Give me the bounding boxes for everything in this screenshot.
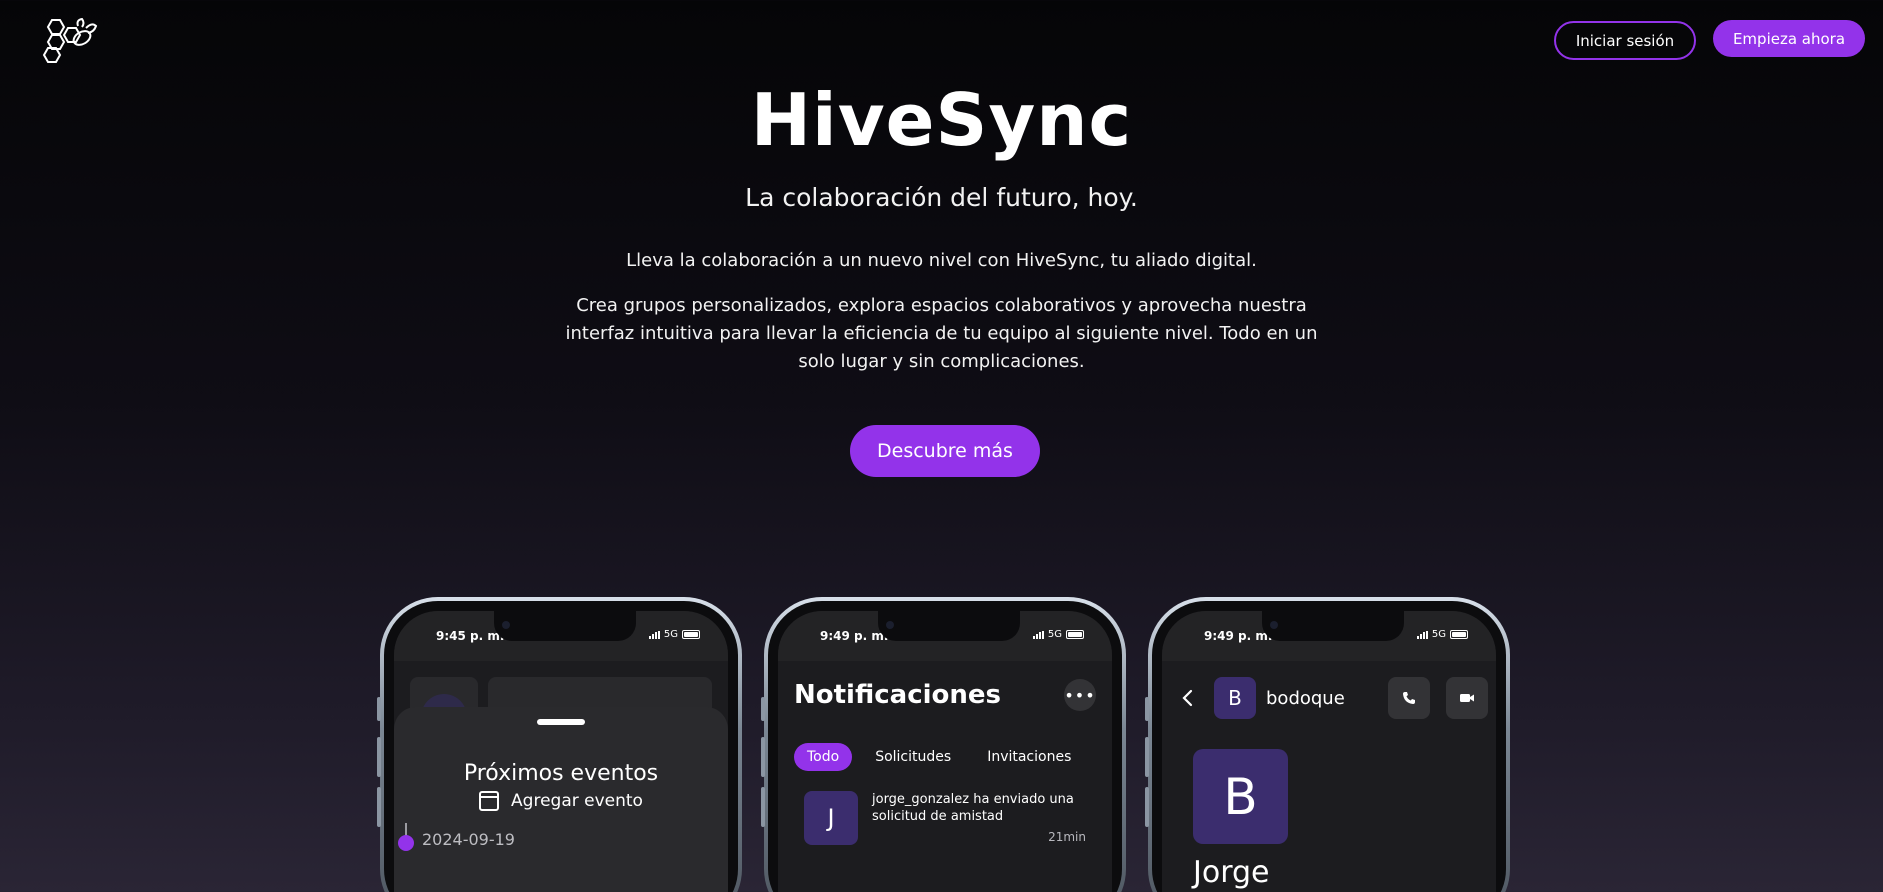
login-button[interactable]: Iniciar sesión — [1554, 21, 1696, 60]
phone-icon — [1403, 692, 1415, 704]
more-horizontal-icon[interactable]: ••• — [1064, 679, 1096, 711]
battery-icon — [1450, 630, 1468, 639]
hero-tagline: La colaboración del futuro, hoy. — [745, 183, 1138, 212]
phone-notch — [494, 611, 636, 641]
hero-lead: Lleva la colaboración a un nuevo nivel c… — [626, 250, 1257, 271]
status-icons: 5G — [1416, 629, 1468, 640]
events-title: Próximos eventos — [463, 761, 659, 786]
tab-invitaciones[interactable]: Invitaciones — [974, 743, 1084, 771]
profile-avatar: B — [1193, 749, 1288, 844]
status-icons: 5G — [648, 629, 700, 640]
hero-description: Crea grupos personalizados, explora espa… — [565, 295, 1318, 372]
status-bar: 9:49 p. m. 5G — [1162, 611, 1496, 661]
avatar[interactable]: B — [1214, 677, 1256, 719]
add-event-label: Agregar evento — [511, 791, 643, 811]
tab-solicitudes[interactable]: Solicitudes — [862, 743, 964, 771]
video-icon — [1460, 694, 1474, 702]
timeline-dot — [398, 835, 414, 851]
phone-notch — [878, 611, 1020, 641]
signal-icon — [648, 630, 660, 639]
chat-contact-name: bodoque — [1266, 687, 1345, 709]
event-date: 2024-09-19 — [422, 830, 515, 849]
status-bar: 9:49 p. m. 5G — [778, 611, 1112, 661]
notification-text: jorge_gonzalez ha enviado una solicitud … — [872, 792, 1074, 824]
phone-mockup-chat: 9:49 p. m. 5G B bodoque B Jorge — [1145, 597, 1510, 892]
phone-call-button[interactable] — [1388, 677, 1430, 719]
phone-mockup-events: 9:45 p. m. 5G p Crea J › Próximos evento… — [377, 597, 742, 892]
profile-name: Jorge — [1193, 855, 1270, 890]
discover-more-button[interactable]: Descubre más — [850, 425, 1040, 477]
sheet-handle[interactable] — [537, 719, 585, 725]
status-time: 9:49 p. m. — [1204, 629, 1273, 643]
get-started-button[interactable]: Empieza ahora — [1713, 20, 1865, 57]
add-event-button[interactable]: Agregar evento — [394, 791, 728, 811]
notification-time: 21min — [1048, 830, 1086, 844]
battery-icon — [682, 630, 700, 639]
network-label: 5G — [663, 629, 678, 640]
hero-title: HiveSync — [750, 78, 1133, 162]
notification-tabs: Todo Solicitudes Invitaciones — [794, 743, 1084, 771]
status-bar: 9:45 p. m. 5G — [394, 611, 728, 661]
battery-icon — [1066, 630, 1084, 639]
network-label: 5G — [1047, 629, 1062, 640]
status-icons: 5G — [1032, 629, 1084, 640]
status-time: 9:45 p. m. — [436, 629, 505, 643]
phone-notch — [1262, 611, 1404, 641]
phone-mockup-notifications: 9:49 p. m. 5G Notificaciones ••• Todo So… — [761, 597, 1126, 892]
notifications-title: Notificaciones — [794, 680, 1001, 710]
signal-icon — [1416, 630, 1428, 639]
signal-icon — [1032, 630, 1044, 639]
video-call-button[interactable] — [1446, 677, 1488, 719]
network-label: 5G — [1431, 629, 1446, 640]
avatar: J — [804, 791, 858, 845]
back-arrow-icon[interactable] — [1178, 687, 1198, 709]
calendar-icon — [479, 791, 500, 811]
notification-item[interactable]: J jorge_gonzalez ha enviado una solicitu… — [804, 791, 1086, 846]
events-bottom-sheet: Próximos eventos Agregar evento 2024-09-… — [394, 707, 728, 892]
status-time: 9:49 p. m. — [820, 629, 889, 643]
hive-bee-logo-icon[interactable] — [42, 18, 98, 64]
tab-todo[interactable]: Todo — [794, 743, 853, 771]
